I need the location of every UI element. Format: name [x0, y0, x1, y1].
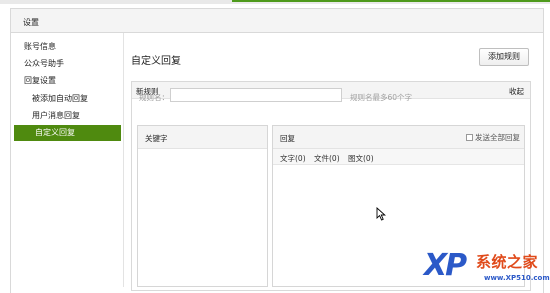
keyword-header: 关键字	[138, 126, 267, 149]
rule-name-input[interactable]	[170, 88, 342, 102]
sidebar-item-assistant[interactable]: 公众号助手	[11, 56, 121, 72]
sidebar-item-message-reply[interactable]: 用户消息回复	[11, 108, 121, 124]
main-title: 自定义回复	[131, 56, 181, 67]
watermark-logo: XP 系统之家 www.XP510.com	[424, 251, 550, 287]
reply-header: 回复 发送全部回复	[273, 126, 524, 149]
page-heading: 设置	[23, 18, 39, 27]
sidebar-item-custom-reply[interactable]: 自定义回复	[14, 125, 121, 141]
top-accent-bar	[232, 0, 550, 2]
keyword-title: 关键字	[145, 134, 168, 143]
main-area: 自定义回复 添加规则 新规则 收起 规则名： 规则名最多60个字 关键字 回复 …	[131, 33, 539, 291]
sidebar: 账号信息 公众号助手 回复设置 被添加自动回复 用户消息回复 自定义回复	[11, 33, 124, 287]
tab-file[interactable]: 文件(0)	[314, 153, 340, 164]
send-all-checkbox[interactable]	[466, 134, 473, 141]
watermark-xp-logo: XP	[424, 248, 467, 283]
tab-news[interactable]: 图文(0)	[348, 153, 374, 164]
settings-header: 设置	[10, 8, 544, 33]
keyword-box: 关键字	[137, 125, 268, 287]
collapse-link[interactable]: 收起	[509, 86, 524, 97]
sidebar-item-auto-reply[interactable]: 被添加自动回复	[11, 91, 121, 107]
tab-text[interactable]: 文字(0)	[280, 153, 306, 164]
reply-title: 回复	[280, 134, 295, 143]
send-all-label: 发送全部回复	[475, 133, 520, 142]
add-rule-button[interactable]: 添加规则	[479, 48, 529, 66]
watermark-url: www.XP510.com	[484, 274, 550, 282]
reply-tabs: 文字(0) 文件(0) 图文(0)	[273, 149, 524, 165]
send-all-toggle[interactable]: 发送全部回复	[466, 132, 520, 143]
mouse-cursor-icon	[376, 207, 386, 221]
watermark-brand: 系统之家	[476, 253, 539, 271]
sidebar-item-reply-settings[interactable]: 回复设置	[11, 73, 121, 89]
sidebar-item-account-info[interactable]: 账号信息	[11, 39, 121, 55]
rule-name-label: 规则名：	[139, 93, 169, 102]
rule-name-hint: 规则名最多60个字	[350, 93, 413, 102]
